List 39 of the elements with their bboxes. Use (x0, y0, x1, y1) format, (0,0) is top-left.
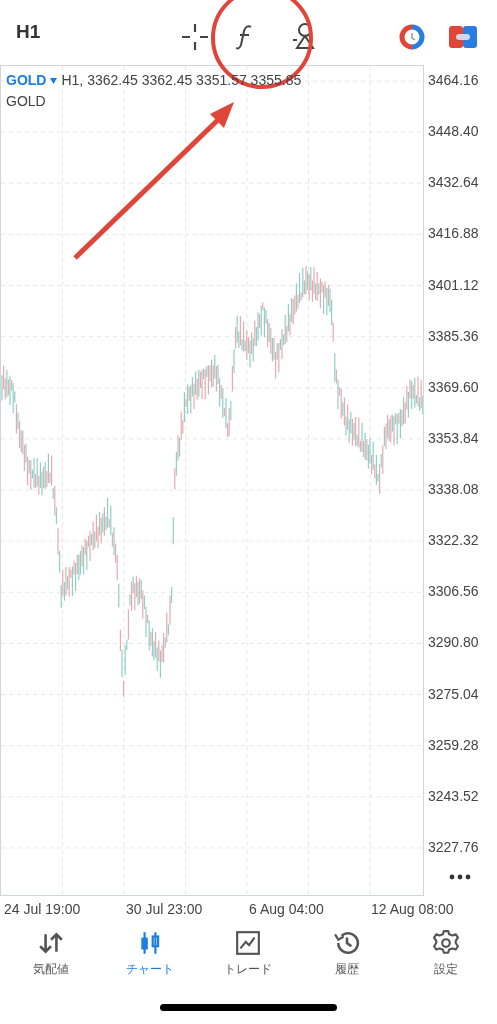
history-icon (334, 930, 361, 956)
price-label: 3275.04 (428, 684, 479, 703)
time-label: 12 Aug 08:00 (371, 900, 454, 919)
price-label: 3306.56 (428, 582, 479, 601)
more-icon[interactable] (449, 874, 471, 880)
price-label: 3448.40 (428, 122, 479, 141)
line-chart-icon (235, 930, 262, 956)
price-label: 3227.76 (428, 837, 479, 856)
price-label: 3322.32 (428, 531, 479, 550)
time-label: 24 Jul 19:00 (4, 900, 81, 919)
price-label: 3432.64 (428, 173, 479, 192)
price-label: 3259.28 (428, 735, 479, 754)
price-label: 3369.60 (428, 377, 479, 396)
price-label: 3401.12 (428, 275, 479, 294)
arrows-icon (38, 930, 65, 956)
price-label: 3464.16 (428, 71, 479, 89)
tab[interactable]: 履歴 (297, 924, 397, 994)
crosshair-icon[interactable] (182, 24, 208, 50)
price-label: 3338.08 (428, 480, 479, 499)
time-label: 6 Aug 04:00 (249, 900, 324, 919)
indicator-label: GOLD (6, 92, 47, 111)
tab[interactable]: 設定 (396, 924, 495, 994)
tab[interactable]: 気配値 (2, 924, 101, 994)
tab[interactable]: トレード (199, 924, 298, 994)
price-label: 3385.36 (428, 326, 479, 345)
function-icon[interactable] (236, 24, 254, 50)
price-label: 3290.80 (428, 633, 479, 652)
timeframe-label[interactable]: H1 (16, 18, 166, 47)
settings-icon (432, 930, 459, 956)
clock-icon[interactable] (399, 24, 425, 50)
dropdown-icon[interactable] (50, 77, 58, 84)
tab[interactable]: チャート (100, 924, 200, 994)
price-label: 3243.52 (428, 786, 479, 805)
price-label: 3353.84 (428, 428, 479, 447)
toggle-icon[interactable] (449, 26, 477, 48)
time-label: 30 Jul 23:00 (126, 900, 203, 919)
price-label: 3416.88 (428, 224, 479, 243)
symbol-label[interactable]: GOLD (6, 70, 47, 91)
person-icon[interactable] (292, 22, 316, 50)
